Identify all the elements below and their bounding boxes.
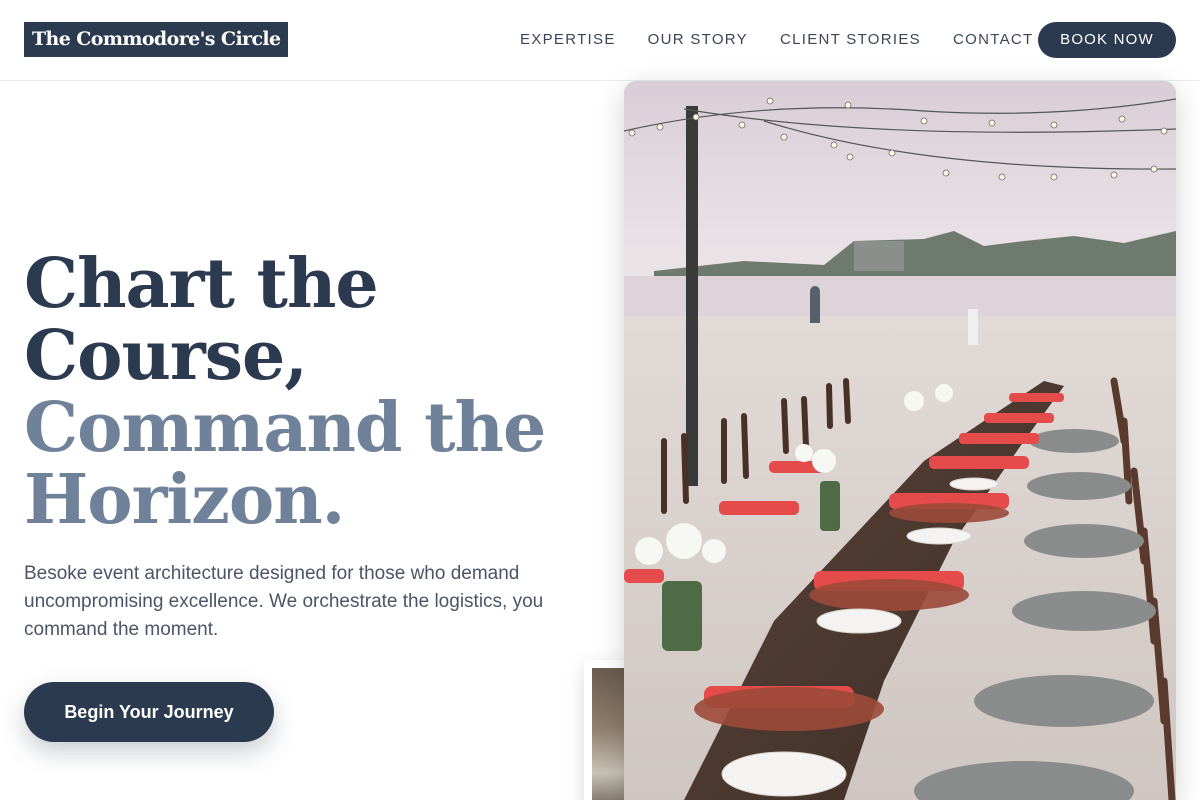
begin-journey-button[interactable]: Begin Your Journey <box>24 682 274 742</box>
nav-link-expertise[interactable]: EXPERTISE <box>520 31 616 49</box>
nav-link-our-story[interactable]: OUR STORY <box>648 31 748 49</box>
hero-description: Besoke event architecture designed for t… <box>24 563 544 640</box>
headline-line-1: Chart the <box>24 244 379 324</box>
brand-logo[interactable]: The Commodore's Circle <box>24 22 288 57</box>
book-now-button[interactable]: BOOK NOW <box>1038 22 1176 58</box>
photo-illustration <box>624 81 1176 800</box>
headline-line-2: Course, <box>24 316 308 396</box>
nav-link-client-stories[interactable]: CLIENT STORIES <box>780 31 921 49</box>
nav-link-contact[interactable]: CONTACT <box>953 31 1033 49</box>
headline-line-4: Horizon. <box>24 460 345 540</box>
main-nav: EXPERTISE OUR STORY CLIENT STORIES CONTA… <box>520 31 1033 49</box>
headline-line-3: Command the <box>24 388 546 468</box>
beach-dinner-table-photo <box>624 81 1176 800</box>
site-header: The Commodore's Circle EXPERTISE OUR STO… <box>0 0 1200 81</box>
hero-headline: Chart the Course, Command the Horizon. <box>24 248 584 536</box>
